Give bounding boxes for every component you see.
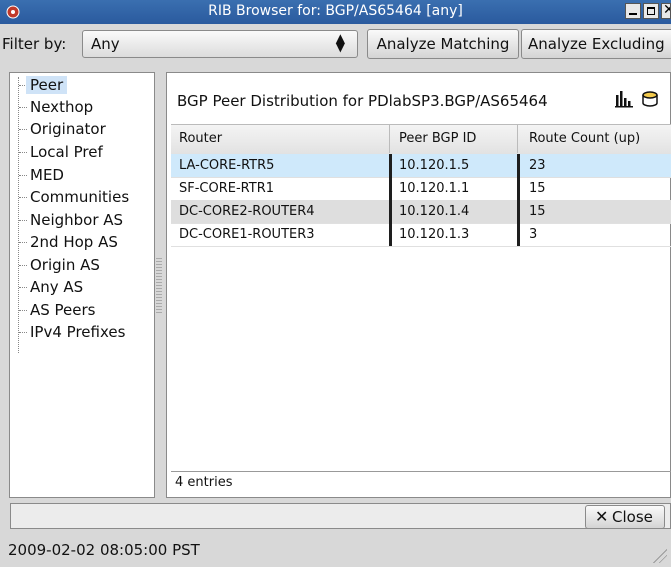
tree-item-2nd-hop-as[interactable]: 2nd Hop AS (10, 232, 154, 254)
column-header-peer-bgp-id[interactable]: Peer BGP ID (399, 131, 476, 146)
tree-tick (19, 220, 27, 221)
column-divider (389, 125, 390, 153)
tree-item-label: MED (30, 166, 64, 184)
tree-item-origin-as[interactable]: Origin AS (10, 255, 154, 277)
cell-router: SF-CORE-RTR1 (179, 181, 274, 196)
tree-item-med[interactable]: MED (10, 165, 154, 187)
tree-tick (19, 310, 27, 311)
status-bar (10, 503, 671, 529)
panel-title: BGP Peer Distribution for PDlabSP3.BGP/A… (177, 92, 548, 110)
tree-item-label: AS Peers (30, 301, 96, 319)
column-divider (389, 154, 392, 246)
cell-count: 15 (529, 204, 546, 219)
tree-item-label: Communities (30, 188, 130, 206)
filter-bar: Filter by: Any ▲ ▼ Analyze Matching Analy… (0, 24, 671, 64)
close-icon: ✕ (663, 4, 670, 18)
filter-label: Filter by: (2, 35, 67, 53)
tree-item-label: Local Pref (30, 143, 103, 161)
tree-tick (19, 152, 27, 153)
tree-tick (19, 242, 27, 243)
window-close-button[interactable]: ✕ (661, 3, 671, 19)
tree-item-label: 2nd Hop AS (30, 233, 118, 251)
tree-item-communities[interactable]: Communities (10, 187, 154, 209)
attribute-tree: Peer Nexthop Originator Local Pref MED C… (9, 72, 155, 498)
tree-item-originator[interactable]: Originator (10, 119, 154, 141)
table-row[interactable]: DC-CORE1-ROUTER3 10.120.1.3 3 (171, 223, 671, 247)
minimize-button[interactable] (625, 3, 641, 19)
tree-item-local-pref[interactable]: Local Pref (10, 142, 154, 164)
tree-item-label: Origin AS (30, 256, 100, 274)
distribution-panel: BGP Peer Distribution for PDlabSP3.BGP/A… (166, 72, 671, 498)
tree-item-any-as[interactable]: Any AS (10, 277, 154, 299)
maximize-button[interactable] (643, 3, 659, 19)
tree-item-label: Peer (26, 76, 68, 94)
title-bar: RIB Browser for: BGP/AS65464 [any] ✕ (0, 0, 671, 24)
database-icon[interactable] (640, 89, 660, 109)
cell-peer-id: 10.120.1.1 (399, 181, 470, 196)
filter-value: Any (91, 35, 120, 53)
cell-peer-id: 10.120.1.3 (399, 227, 470, 242)
tree-item-peer[interactable]: Peer (10, 75, 154, 97)
entries-count: 4 entries (175, 475, 233, 490)
tree-item-ipv4-prefixes[interactable]: IPv4 Prefixes (10, 322, 154, 344)
cell-peer-id: 10.120.1.4 (399, 204, 470, 219)
tree-item-neighbor-as[interactable]: Neighbor AS (10, 210, 154, 232)
cell-count: 3 (529, 227, 538, 242)
tree-item-nexthop[interactable]: Nexthop (10, 97, 154, 119)
column-divider (517, 154, 520, 246)
tree-item-label: Originator (30, 120, 106, 138)
table-row[interactable]: DC-CORE2-ROUTER4 10.120.1.4 15 (171, 200, 671, 224)
column-divider (517, 125, 518, 153)
tree-tick (19, 175, 27, 176)
entries-footer: 4 entries (171, 471, 671, 494)
bar-chart-icon[interactable] (614, 89, 634, 109)
column-header-route-count[interactable]: Route Count (up) (529, 131, 640, 146)
column-header-router[interactable]: Router (179, 131, 222, 146)
analyze-excluding-button[interactable]: Analyze Excluding (521, 29, 671, 59)
tree-tick (19, 129, 27, 130)
table-row[interactable]: LA-CORE-RTR5 10.120.1.5 23 (171, 154, 671, 178)
close-button[interactable]: ✕ Close (585, 505, 665, 529)
resize-grip-icon[interactable] (653, 549, 667, 563)
tree-tick (19, 107, 27, 108)
cell-count: 15 (529, 181, 546, 196)
tree-tick (19, 287, 27, 288)
tree-tick (19, 197, 27, 198)
cell-peer-id: 10.120.1.5 (399, 158, 470, 173)
table-row[interactable]: SF-CORE-RTR1 10.120.1.1 15 (171, 177, 671, 201)
cell-router: DC-CORE2-ROUTER4 (179, 204, 315, 219)
cell-router: DC-CORE1-ROUTER3 (179, 227, 315, 242)
tree-tick (19, 265, 27, 266)
tree-item-label: Any AS (30, 278, 84, 296)
updown-arrows-icon: ▲ ▼ (335, 31, 345, 54)
tree-item-label: Nexthop (30, 98, 94, 116)
cell-router: LA-CORE-RTR5 (179, 158, 275, 173)
tree-item-label: IPv4 Prefixes (30, 323, 126, 341)
analyze-matching-button[interactable]: Analyze Matching (367, 29, 519, 59)
tree-tick (19, 332, 27, 333)
window-title: RIB Browser for: BGP/AS65464 [any] (208, 3, 463, 19)
tree-item-label: Neighbor AS (30, 211, 124, 229)
table-header: Router Peer BGP ID Route Count (up) (171, 124, 671, 155)
timestamp: 2009-02-02 08:05:00 PST (8, 541, 200, 559)
cell-count: 23 (529, 158, 546, 173)
pane-splitter[interactable] (156, 258, 162, 314)
filter-select[interactable]: Any ▲ ▼ (82, 30, 358, 58)
close-button-label: Close (612, 508, 653, 526)
tree-item-as-peers[interactable]: AS Peers (10, 300, 154, 322)
close-x-icon: ✕ (595, 507, 609, 526)
